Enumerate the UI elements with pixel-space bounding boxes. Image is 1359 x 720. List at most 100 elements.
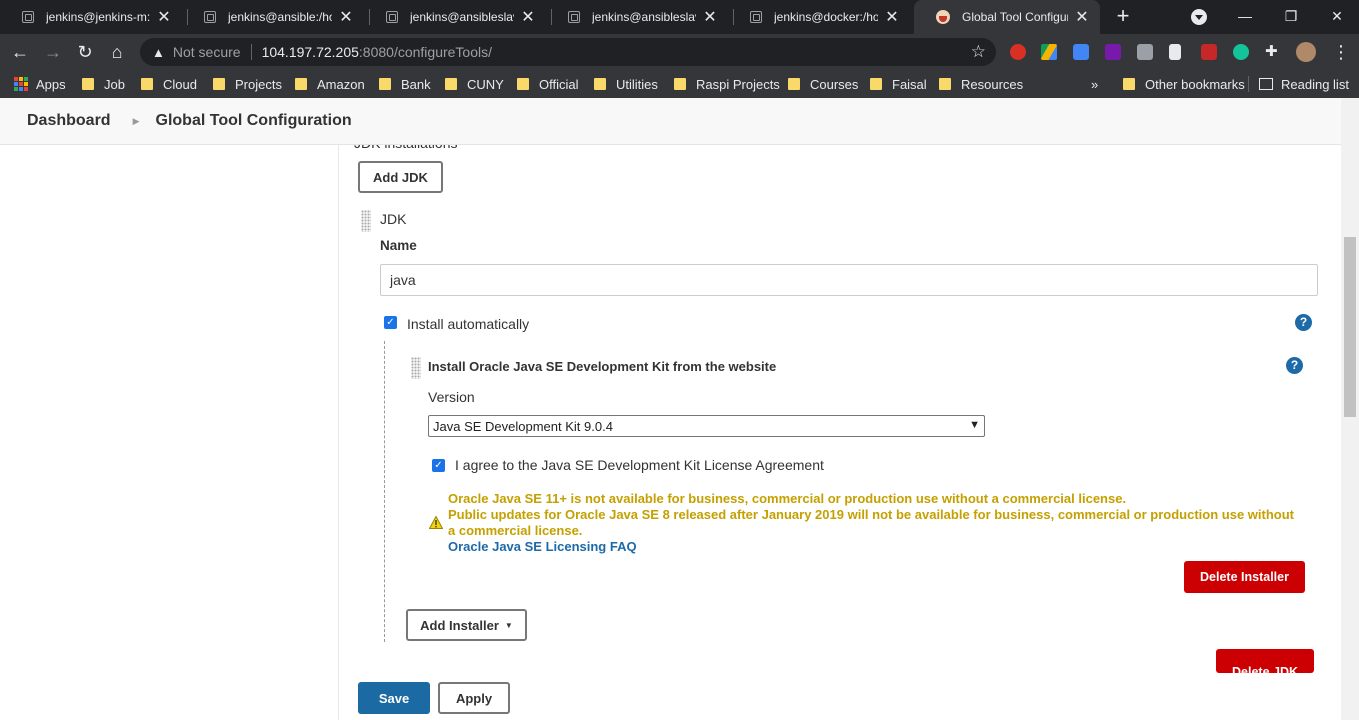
caret-down-icon: ▼ — [504, 620, 513, 630]
bookmark-star-icon[interactable]: ☆ — [971, 42, 986, 62]
add-installer-label: Add Installer — [420, 617, 499, 633]
address-bar[interactable]: ▲ Not secure 104.197.72.205 :8080/config… — [140, 38, 996, 66]
grammarly-icon[interactable] — [1233, 44, 1249, 60]
page-icon — [386, 11, 398, 23]
help-icon[interactable]: ? — [1286, 357, 1303, 374]
tab-title: Global Tool Configurat — [962, 10, 1068, 24]
bookmark-folder[interactable]: Official — [517, 76, 579, 92]
drag-handle-icon[interactable] — [361, 210, 371, 232]
browser-tab[interactable]: jenkins@jenkins-m:/et ✕ — [0, 0, 182, 34]
tab-title: jenkins@ansibleslave2 — [592, 10, 696, 24]
folder-icon — [939, 78, 951, 90]
breadcrumb-dashboard[interactable]: Dashboard — [27, 112, 111, 130]
browser-tab[interactable]: jenkins@ansible:/hom ✕ — [182, 0, 364, 34]
close-icon[interactable]: ✕ — [156, 7, 172, 27]
close-icon[interactable]: ✕ — [884, 7, 900, 27]
bookmark-label: Job — [104, 76, 125, 92]
new-tab-icon[interactable]: + — [1111, 5, 1135, 29]
bookmark-other[interactable]: Other bookmarks — [1123, 76, 1245, 92]
version-selected-value: Java SE Development Kit 9.0.4 — [433, 418, 613, 434]
scrollbar-thumb[interactable] — [1344, 237, 1356, 417]
bookmark-apps[interactable]: Apps — [14, 76, 66, 92]
folder-icon — [141, 78, 153, 90]
browser-tab[interactable]: jenkins@docker:/hom ✕ — [728, 0, 910, 34]
profile-avatar[interactable] — [1296, 42, 1316, 62]
bookmark-folder[interactable]: Utilities — [594, 76, 658, 92]
apps-grid-icon — [14, 77, 28, 91]
bookmark-folder[interactable]: Raspi Projects — [674, 76, 780, 92]
bookmark-folder[interactable]: Bank — [379, 76, 431, 92]
bookmark-folder[interactable]: Resources — [939, 76, 1023, 92]
tab-search-icon[interactable] — [1191, 9, 1207, 25]
version-label: Version — [428, 389, 475, 405]
adblock-extension-icon[interactable] — [1010, 44, 1026, 60]
extensions-puzzle-icon[interactable]: ✚ — [1265, 44, 1281, 60]
folder-icon — [674, 78, 686, 90]
bookmark-label: Official — [539, 76, 579, 92]
delete-installer-button[interactable]: Delete Installer — [1184, 561, 1305, 593]
add-jdk-button[interactable]: Add JDK — [358, 161, 443, 193]
bookmark-folder[interactable]: CUNY — [445, 76, 504, 92]
install-automatically-checkbox[interactable]: ✓ — [384, 316, 397, 329]
bookmark-label: Apps — [36, 76, 66, 92]
folder-icon — [594, 78, 606, 90]
reading-list-button[interactable]: Reading list — [1259, 76, 1349, 92]
license-agree-label: I agree to the Java SE Development Kit L… — [455, 457, 824, 473]
url-host: 104.197.72.205 — [261, 44, 359, 60]
install-automatically-label: Install automatically — [407, 316, 530, 332]
add-installer-button[interactable]: Add Installer ▼ — [406, 609, 527, 641]
page-icon — [204, 11, 216, 23]
extension-icon[interactable] — [1137, 44, 1153, 60]
folder-icon — [788, 78, 800, 90]
bookmarks-overflow-button[interactable]: » — [1091, 76, 1098, 92]
security-label[interactable]: Not secure — [173, 44, 241, 60]
close-icon[interactable]: ✕ — [702, 7, 718, 27]
menu-kebab-icon[interactable]: ⋮ — [1332, 40, 1350, 64]
restore-icon[interactable]: ❐ — [1276, 4, 1306, 28]
licensing-faq-link[interactable]: Oracle Java SE Licensing FAQ — [448, 539, 1298, 555]
bookmark-folder[interactable]: Job — [82, 76, 125, 92]
page-viewport: Dashboard ▶ Global Tool Configuration JD… — [0, 98, 1359, 720]
tab-title: jenkins@jenkins-m:/et — [46, 10, 150, 24]
jdk-name-input[interactable]: java — [380, 264, 1318, 296]
browser-tab[interactable]: jenkins@ansibleslave ✕ — [364, 0, 546, 34]
breadcrumb-current[interactable]: Global Tool Configuration — [156, 112, 352, 130]
browser-tab[interactable]: jenkins@ansibleslave2 ✕ — [546, 0, 728, 34]
bookmark-label: Faisal — [892, 76, 927, 92]
close-window-icon[interactable]: ✕ — [1322, 4, 1352, 28]
breadcrumb: Dashboard ▶ Global Tool Configuration — [0, 98, 1341, 145]
bookmark-folder[interactable]: Cloud — [141, 76, 197, 92]
bookmark-folder[interactable]: Projects — [213, 76, 282, 92]
google-drive-icon[interactable] — [1041, 44, 1057, 60]
bookmark-folder[interactable]: Faisal — [870, 76, 927, 92]
browser-toolbar: ← → ↻ ⌂ ▲ Not secure 104.197.72.205 :808… — [0, 34, 1359, 70]
warning-triangle-icon[interactable]: ▲ — [152, 45, 165, 60]
chevron-double-right-icon: » — [1091, 76, 1099, 92]
reload-icon[interactable]: ↻ — [73, 40, 97, 64]
bookmark-folder[interactable]: Amazon — [295, 76, 365, 92]
close-icon[interactable]: ✕ — [338, 7, 354, 27]
save-button[interactable]: Save — [358, 682, 430, 714]
bookmark-label: Reading list — [1281, 76, 1349, 92]
apply-button[interactable]: Apply — [438, 682, 510, 714]
help-icon[interactable]: ? — [1295, 314, 1312, 331]
bookmark-folder[interactable]: Courses — [788, 76, 858, 92]
license-agree-checkbox[interactable]: ✓ — [432, 459, 445, 472]
minimize-icon[interactable]: — — [1230, 4, 1260, 28]
office-icon[interactable] — [1169, 44, 1181, 60]
close-icon[interactable]: ✕ — [1074, 7, 1090, 27]
home-icon[interactable]: ⌂ — [105, 40, 129, 64]
page-icon — [568, 11, 580, 23]
close-icon[interactable]: ✕ — [520, 7, 536, 27]
version-select[interactable]: Java SE Development Kit 9.0.4 ▼ — [428, 415, 985, 437]
pocket-icon[interactable] — [1201, 44, 1217, 60]
drag-handle-icon[interactable] — [411, 357, 421, 379]
google-translate-icon[interactable] — [1073, 44, 1089, 60]
folder-icon — [870, 78, 882, 90]
forward-icon[interactable]: → — [41, 40, 65, 64]
delete-jdk-button[interactable]: Delete JDK — [1216, 649, 1314, 673]
back-icon[interactable]: ← — [8, 40, 32, 64]
onenote-icon[interactable] — [1105, 44, 1121, 60]
browser-tab-active[interactable]: Global Tool Configurat ✕ — [914, 0, 1100, 34]
warning-line-2: Public updates for Oracle Java SE 8 rele… — [448, 507, 1295, 538]
